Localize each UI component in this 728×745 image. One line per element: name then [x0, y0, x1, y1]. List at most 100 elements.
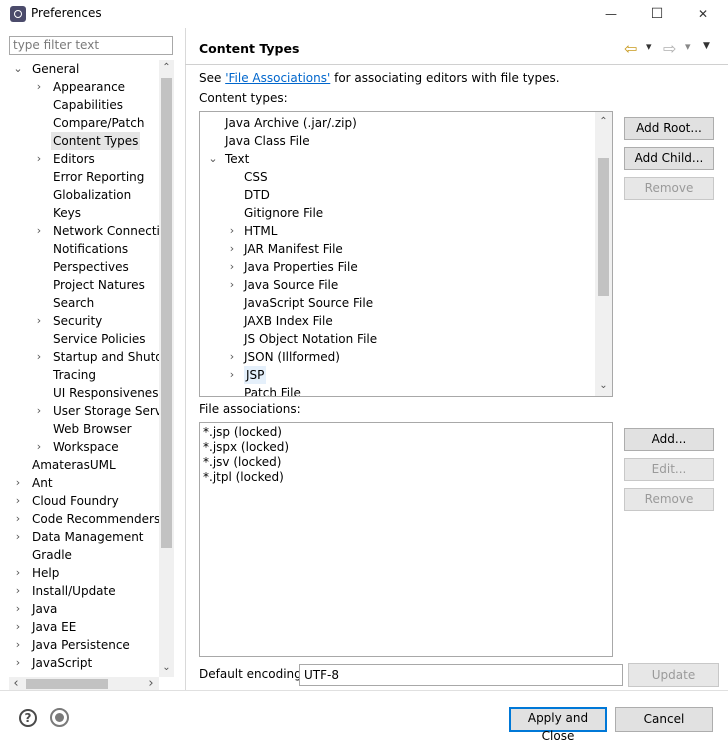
file-associations-link[interactable]: 'File Associations'	[225, 71, 330, 85]
remove-association-button[interactable]: Remove	[624, 488, 714, 511]
tree-item-service-policies[interactable]: Service Policies	[9, 330, 159, 348]
chevron-right-icon[interactable]: ›	[13, 510, 23, 528]
ct-scroll-down-icon[interactable]: ⌄	[595, 378, 612, 394]
minimize-button[interactable]: —	[588, 2, 634, 26]
chevron-right-icon[interactable]: ›	[227, 366, 237, 384]
tree-item-code-recommenders[interactable]: › Code Recommenders	[9, 510, 159, 528]
chevron-right-icon[interactable]: ›	[13, 564, 23, 582]
chevron-right-icon[interactable]: ›	[227, 222, 237, 240]
tree-item-project-natures[interactable]: Project Natures	[9, 276, 159, 294]
chevron-right-icon[interactable]: ›	[13, 528, 23, 546]
chevron-right-icon[interactable]: ›	[34, 438, 44, 456]
tree-item-workspace[interactable]: › Workspace	[9, 438, 159, 456]
tree-item-web-browser[interactable]: Web Browser	[9, 420, 159, 438]
tree-item-capabilities[interactable]: Capabilities	[9, 96, 159, 114]
back-dropdown-icon[interactable]: ▾	[646, 40, 652, 53]
tree-item-install-update[interactable]: › Install/Update	[9, 582, 159, 600]
tree-hscroll-thumb[interactable]	[26, 679, 108, 689]
tree-item-gradle[interactable]: Gradle	[9, 546, 159, 564]
tree-item-notifications[interactable]: Notifications	[9, 240, 159, 258]
maximize-button[interactable]: ☐	[634, 2, 680, 26]
scroll-up-icon[interactable]: ⌃	[159, 60, 174, 76]
edit-association-button[interactable]: Edit...	[624, 458, 714, 481]
tree-item-startup-and-shutdown[interactable]: › Startup and Shutdown	[9, 348, 159, 366]
tree-item-security[interactable]: › Security	[9, 312, 159, 330]
import-export-icon[interactable]	[50, 708, 69, 727]
content-types-tree[interactable]: Java Archive (.jar/.zip) Java Class File ⌄…	[199, 111, 613, 397]
chevron-right-icon[interactable]: ›	[34, 402, 44, 420]
forward-dropdown-icon[interactable]: ▾	[685, 40, 691, 53]
cancel-button[interactable]: Cancel	[615, 707, 713, 732]
chevron-right-icon[interactable]: ›	[227, 348, 237, 366]
add-root-button[interactable]: Add Root...	[624, 117, 714, 140]
add-child-button[interactable]: Add Child...	[624, 147, 714, 170]
tree-item-globalization[interactable]: Globalization	[9, 186, 159, 204]
remove-content-type-button[interactable]: Remove	[624, 177, 714, 200]
chevron-right-icon[interactable]: ›	[13, 600, 23, 618]
tree-item-perspectives[interactable]: Perspectives	[9, 258, 159, 276]
file-association-item[interactable]: *.jsp (locked)	[203, 425, 282, 439]
tree-item-content-types[interactable]: Content Types	[9, 132, 159, 150]
tree-item-help[interactable]: › Help	[9, 564, 159, 582]
scroll-down-icon[interactable]: ⌄	[159, 660, 174, 676]
tree-item-keys[interactable]: Keys	[9, 204, 159, 222]
default-encoding-input[interactable]: UTF-8	[299, 664, 623, 686]
ct-scroll-thumb[interactable]	[598, 158, 609, 296]
tree-item-java[interactable]: › Java	[9, 600, 159, 618]
view-menu-icon[interactable]: ▼	[703, 41, 710, 51]
tree-scroll-thumb[interactable]	[161, 78, 172, 548]
tree-item-ui-responsiveness-m[interactable]: UI Responsiveness M	[9, 384, 159, 402]
help-icon[interactable]: ?	[19, 709, 37, 727]
tree-item-amaterasuml[interactable]: AmaterasUML	[9, 456, 159, 474]
tree-item-java-ee[interactable]: › Java EE	[9, 618, 159, 636]
chevron-right-icon[interactable]: ›	[13, 492, 23, 510]
tree-item-general[interactable]: ⌄ General	[9, 60, 159, 78]
tree-item-tracing[interactable]: Tracing	[9, 366, 159, 384]
chevron-right-icon[interactable]: ›	[227, 258, 237, 276]
ct-scroll-up-icon[interactable]: ⌃	[595, 114, 612, 130]
tree-item-network-connection[interactable]: › Network Connection	[9, 222, 159, 240]
chevron-right-icon[interactable]: ›	[13, 618, 23, 636]
chevron-right-icon[interactable]: ›	[34, 348, 44, 366]
apply-and-close-button[interactable]: Apply and Close	[509, 707, 607, 743]
file-associations-list[interactable]: *.jsp (locked) *.jspx (locked) *.jsv (lock…	[199, 422, 613, 657]
tree-item-editors[interactable]: › Editors	[9, 150, 159, 168]
tree-item-ant[interactable]: › Ant	[9, 474, 159, 492]
filter-input[interactable]: type filter text	[9, 36, 173, 55]
chevron-right-icon[interactable]: ›	[227, 276, 237, 294]
chevron-right-icon[interactable]: ›	[13, 582, 23, 600]
file-association-item[interactable]: *.jsv (locked)	[203, 455, 281, 469]
tree-horizontal-scrollbar[interactable]: ‹ ›	[9, 677, 159, 691]
chevron-right-icon[interactable]: ›	[13, 654, 23, 672]
update-button[interactable]: Update	[628, 663, 719, 687]
chevron-right-icon[interactable]: ›	[34, 222, 44, 240]
chevron-right-icon[interactable]: ›	[13, 474, 23, 492]
scroll-left-icon[interactable]: ‹	[9, 677, 23, 691]
file-association-item[interactable]: *.jspx (locked)	[203, 440, 289, 454]
chevron-right-icon[interactable]: ›	[34, 312, 44, 330]
content-types-scrollbar[interactable]: ⌃ ⌄	[595, 112, 612, 396]
chevron-right-icon[interactable]: ›	[227, 240, 237, 258]
tree-vertical-scrollbar[interactable]: ⌃ ⌄	[159, 60, 174, 677]
tree-item-data-management[interactable]: › Data Management	[9, 528, 159, 546]
forward-arrow-icon[interactable]: ⇨	[663, 39, 676, 58]
chevron-down-icon[interactable]: ⌄	[13, 60, 23, 78]
tree-item-compare-patch[interactable]: Compare/Patch	[9, 114, 159, 132]
add-association-button[interactable]: Add...	[624, 428, 714, 451]
chevron-right-icon[interactable]: ›	[13, 636, 23, 654]
tree-item-javascript[interactable]: › JavaScript	[9, 654, 159, 672]
scroll-right-icon[interactable]: ›	[144, 677, 158, 691]
chevron-down-icon[interactable]: ⌄	[208, 150, 218, 168]
back-arrow-icon[interactable]: ⇦	[624, 39, 637, 58]
tree-item-error-reporting[interactable]: Error Reporting	[9, 168, 159, 186]
tree-item-user-storage-service[interactable]: › User Storage Service	[9, 402, 159, 420]
file-association-item[interactable]: *.jtpl (locked)	[203, 470, 284, 484]
close-button[interactable]: ✕	[680, 2, 726, 26]
tree-item-cloud-foundry[interactable]: › Cloud Foundry	[9, 492, 159, 510]
chevron-right-icon[interactable]: ›	[34, 78, 44, 96]
chevron-right-icon[interactable]: ›	[34, 150, 44, 168]
tree-item-appearance[interactable]: › Appearance	[9, 78, 159, 96]
tree-item-search[interactable]: Search	[9, 294, 159, 312]
tree-item-java-persistence[interactable]: › Java Persistence	[9, 636, 159, 654]
tree-item-label: Java Persistence	[32, 638, 130, 652]
